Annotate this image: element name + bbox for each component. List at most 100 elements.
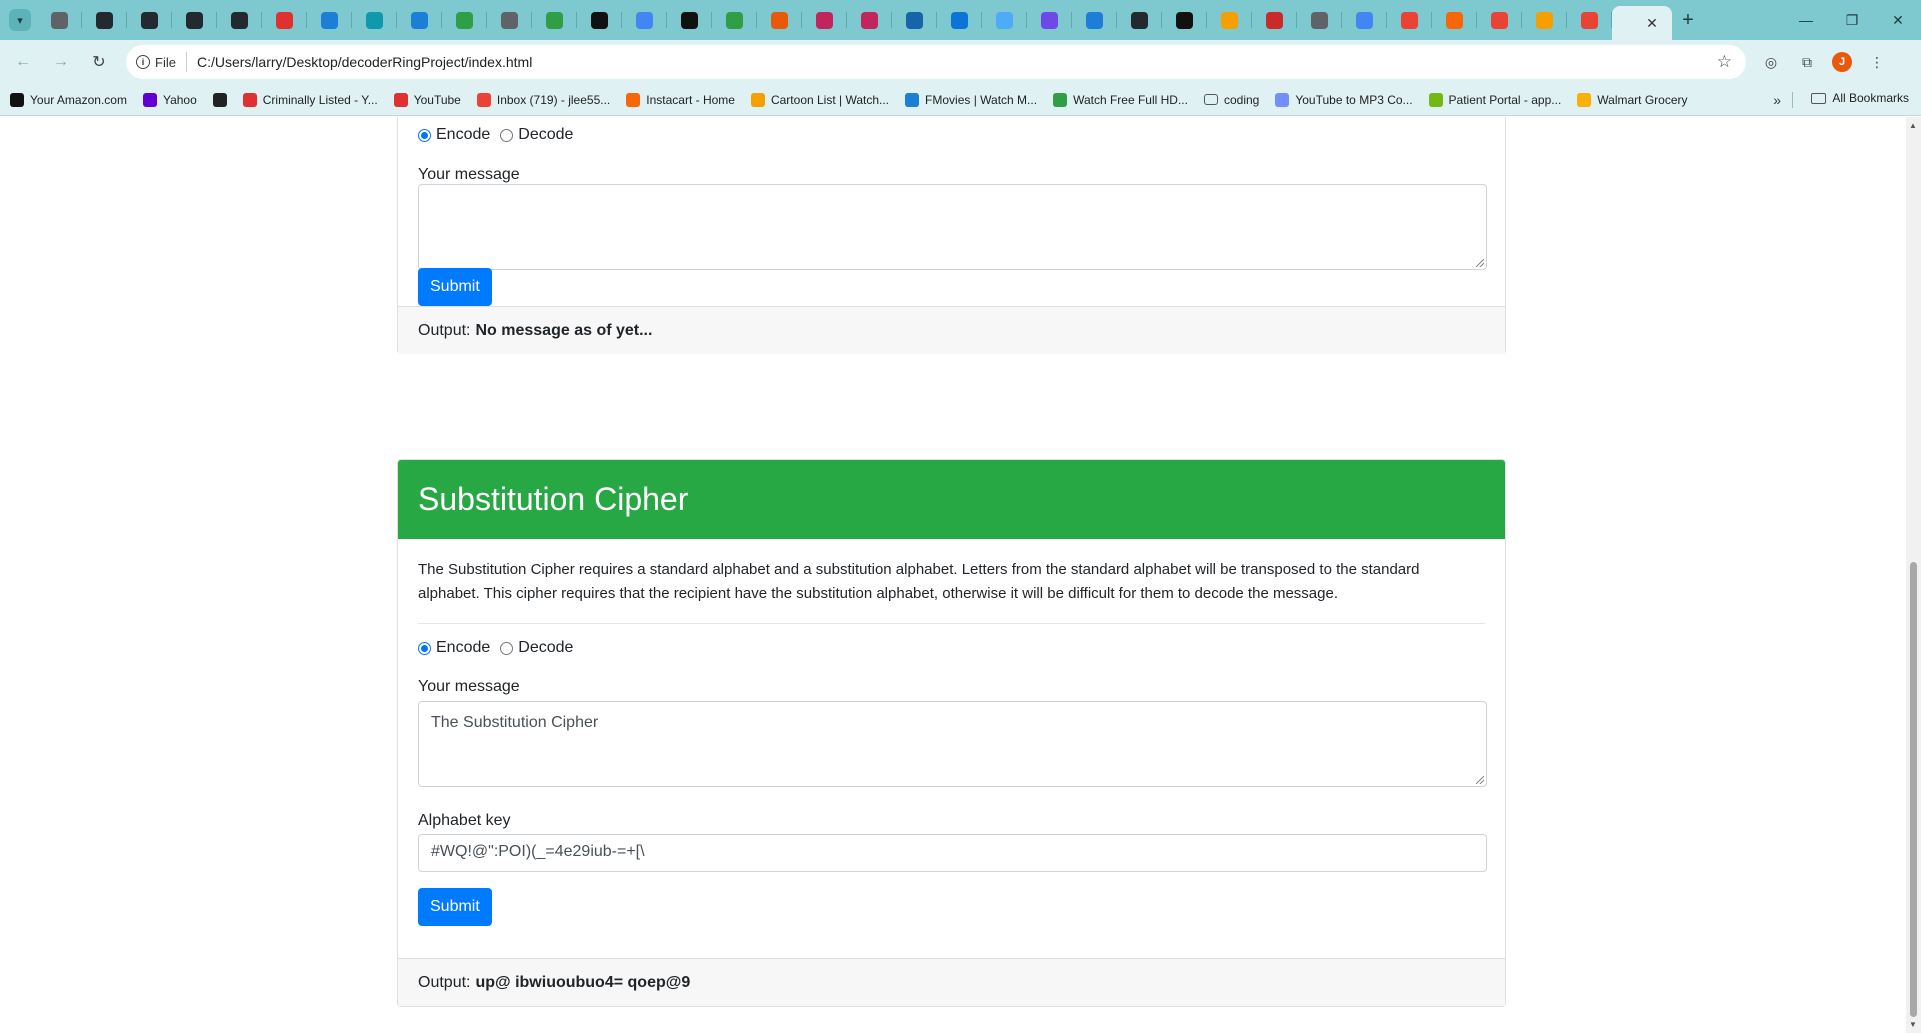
decode-radio[interactable]: [500, 641, 514, 655]
close-tab-icon[interactable]: ✕: [1646, 15, 1658, 32]
browser-tab[interactable]: [1342, 0, 1387, 40]
browser-tab[interactable]: [532, 0, 577, 40]
bookmark-item[interactable]: Yahoo: [142, 92, 197, 107]
browser-tab[interactable]: [82, 0, 127, 40]
browser-tab[interactable]: [802, 0, 847, 40]
outlook-icon: [951, 11, 968, 29]
extensions-area: ◎ ⧉ J ⋮: [1760, 51, 1888, 73]
tab-icon-m: [816, 11, 833, 29]
puzzle-icon[interactable]: ⧉: [1796, 51, 1818, 73]
tab-icon-ring: [1086, 11, 1103, 29]
gmail-icon: [1581, 11, 1598, 29]
bookmark-item[interactable]: YouTube: [393, 92, 461, 107]
profile-avatar[interactable]: J: [1832, 52, 1852, 72]
bookmark-favicon-icon: [142, 92, 157, 107]
message-textarea[interactable]: The Substitution Cipher: [418, 701, 1487, 787]
bookmark-item[interactable]: Criminally Listed - Y...: [242, 92, 378, 107]
browser-tab[interactable]: [1207, 0, 1252, 40]
address-bar[interactable]: i File C:/Users/larry/Desktop/decoderRin…: [126, 45, 1746, 79]
encode-option[interactable]: Encode: [418, 126, 490, 144]
active-tab[interactable]: ✕: [1612, 6, 1672, 40]
browser-tab[interactable]: [397, 0, 442, 40]
browser-tab[interactable]: [982, 0, 1027, 40]
encode-option[interactable]: Encode: [418, 639, 490, 657]
browser-tab[interactable]: [1432, 0, 1477, 40]
browser-tab[interactable]: [217, 0, 262, 40]
scroll-down-icon[interactable]: ▼: [1909, 1020, 1917, 1029]
browser-tab[interactable]: [487, 0, 532, 40]
browser-tab[interactable]: [1162, 0, 1207, 40]
decode-option[interactable]: Decode: [500, 639, 573, 657]
browser-tab[interactable]: [307, 0, 352, 40]
browser-tab[interactable]: [1477, 0, 1522, 40]
bookmark-item[interactable]: Walmart Grocery: [1577, 92, 1688, 107]
alphabet-key-input[interactable]: #WQ!@":POI)(_=4e29iub-=+[\: [418, 834, 1487, 872]
browser-tab[interactable]: [622, 0, 667, 40]
browser-tab[interactable]: [937, 0, 982, 40]
forward-button[interactable]: →: [44, 45, 78, 79]
extension-icon[interactable]: ◎: [1760, 51, 1782, 73]
restore-button[interactable]: ❐: [1829, 0, 1875, 40]
more-bookmarks-icon[interactable]: »: [1773, 92, 1781, 108]
all-bookmarks-button[interactable]: All Bookmarks: [1811, 91, 1909, 105]
browser-tab[interactable]: [847, 0, 892, 40]
site-info-chip[interactable]: i File: [136, 52, 187, 72]
browser-tab[interactable]: [1252, 0, 1297, 40]
bookmark-item[interactable]: Instacart - Home: [626, 92, 735, 107]
submit-button[interactable]: Submit: [418, 268, 492, 306]
browser-tab[interactable]: [1522, 0, 1567, 40]
browser-tab[interactable]: [442, 0, 487, 40]
decode-radio[interactable]: [500, 128, 514, 142]
bookmark-item[interactable]: coding: [1203, 93, 1259, 107]
browser-tab[interactable]: [667, 0, 712, 40]
scroll-thumb[interactable]: [1910, 562, 1917, 1017]
browser-tab[interactable]: [1072, 0, 1117, 40]
browser-tab[interactable]: [1387, 0, 1432, 40]
window-controls: — ❐ ✕: [1783, 0, 1921, 40]
bookmark-label: Watch Free Full HD...: [1073, 92, 1188, 107]
browser-tab[interactable]: [262, 0, 307, 40]
browser-tab[interactable]: [127, 0, 172, 40]
kebab-menu-icon[interactable]: ⋮: [1866, 51, 1888, 73]
browser-tab[interactable]: [1567, 0, 1612, 40]
decode-option[interactable]: Decode: [500, 126, 573, 144]
message-textarea[interactable]: [418, 184, 1487, 270]
bookmark-item[interactable]: Patient Portal - app...: [1428, 92, 1561, 107]
browser-tab[interactable]: [712, 0, 757, 40]
browser-tab[interactable]: [37, 0, 82, 40]
bookmark-label: Inbox (719) - jlee55...: [496, 92, 611, 107]
scroll-up-icon[interactable]: ▲: [1909, 121, 1917, 130]
browser-tab[interactable]: [352, 0, 397, 40]
browser-tab[interactable]: [172, 0, 217, 40]
browser-tab[interactable]: [757, 0, 802, 40]
browser-tab[interactable]: [1297, 0, 1342, 40]
gmail-icon: [1401, 11, 1418, 29]
bookmark-item[interactable]: Inbox (719) - jlee55...: [476, 92, 611, 107]
browser-tab[interactable]: [1117, 0, 1162, 40]
bookmark-item[interactable]: Your Amazon.com: [10, 92, 127, 107]
message-label: Your message: [418, 678, 520, 695]
new-tab-button[interactable]: +: [1672, 4, 1704, 36]
tab-icon-dark: [1176, 11, 1193, 29]
browser-tab[interactable]: [1027, 0, 1072, 40]
bookmark-item[interactable]: Cartoon List | Watch...: [750, 92, 889, 107]
back-button[interactable]: ←: [6, 45, 40, 79]
bookmark-star-icon[interactable]: ☆: [1717, 52, 1732, 72]
encode-radio[interactable]: [418, 128, 431, 142]
page-scrollbar[interactable]: ▲ ▼: [1906, 117, 1921, 1033]
tab-icon-w: [546, 11, 563, 29]
bookmark-item[interactable]: [212, 92, 227, 107]
url-text[interactable]: C:/Users/larry/Desktop/decoderRingProjec…: [197, 54, 1717, 70]
bookmark-favicon-icon: [1275, 92, 1290, 107]
bookmark-item[interactable]: FMovies | Watch M...: [905, 92, 1037, 107]
encode-radio[interactable]: [418, 641, 431, 655]
bookmark-item[interactable]: Watch Free Full HD...: [1053, 92, 1188, 107]
close-window-button[interactable]: ✕: [1875, 0, 1921, 40]
submit-button[interactable]: Submit: [418, 888, 492, 926]
browser-tab[interactable]: [892, 0, 937, 40]
reload-button[interactable]: ↻: [82, 45, 116, 79]
bookmark-item[interactable]: YouTube to MP3 Co...: [1275, 92, 1413, 107]
minimize-button[interactable]: —: [1783, 0, 1829, 40]
tab-search-icon[interactable]: ▾: [9, 9, 31, 31]
browser-tab[interactable]: [577, 0, 622, 40]
